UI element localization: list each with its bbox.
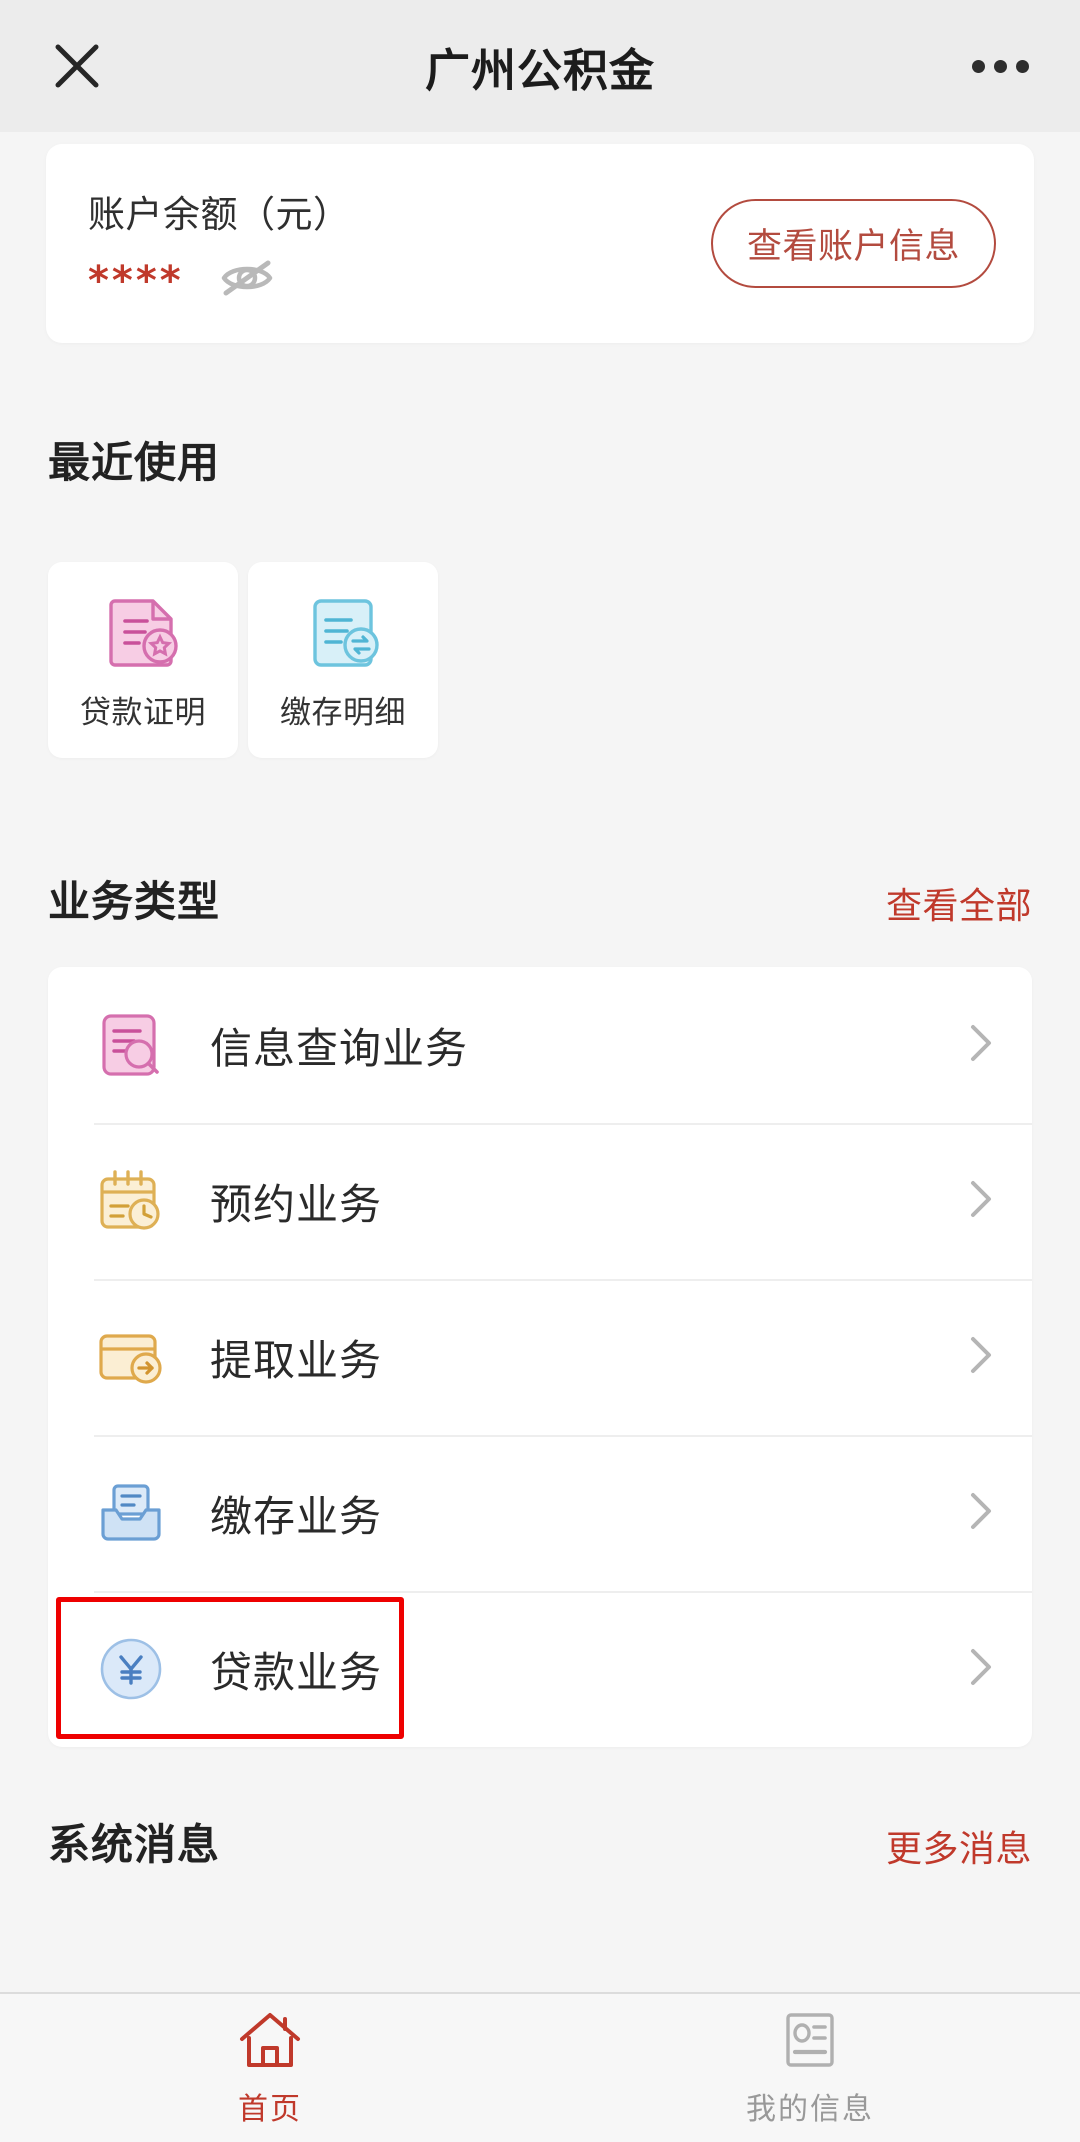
business-row-loan[interactable]: 贷款业务 <box>48 1591 1032 1747</box>
messages-section-title: 系统消息 <box>48 1821 221 1868</box>
recent-tile-label: 缴存明细 <box>280 694 406 730</box>
bottom-tab-bar: 首页 我的信息 <box>0 1992 1080 2142</box>
eye-off-icon[interactable] <box>220 258 274 303</box>
chevron-right-icon <box>964 1017 998 1074</box>
recent-tile-loan-certificate[interactable]: 贷款证明 <box>48 562 238 758</box>
yuan-circle-icon <box>94 1632 168 1706</box>
recent-section-header: 最近使用 <box>0 429 1080 490</box>
business-row-info-query[interactable]: 信息查询业务 <box>48 967 1032 1123</box>
view-all-link[interactable]: 查看全部 <box>886 877 1032 929</box>
balance-info: 账户余额（元） **** <box>88 184 351 303</box>
view-account-button[interactable]: 查看账户信息 <box>710 199 996 288</box>
chevron-right-icon <box>964 1641 998 1698</box>
wallet-arrow-icon <box>94 1320 168 1394</box>
recent-section-title: 最近使用 <box>48 439 221 486</box>
scroll-content: 账户余额（元） **** 查看账户信息 最近使用 贷款证明 缴存明细 业务类型 … <box>0 132 1080 1992</box>
business-section-header: 业务类型 查看全部 <box>0 868 1080 929</box>
balance-label: 账户余额（元） <box>88 194 351 235</box>
recent-tiles: 贷款证明 缴存明细 <box>0 562 1080 758</box>
close-icon[interactable] <box>48 37 106 95</box>
balance-value-row: **** <box>88 258 351 303</box>
balance-masked-value: **** <box>88 257 184 304</box>
document-star-icon <box>101 589 185 673</box>
account-balance-card: 账户余额（元） **** 查看账户信息 <box>46 144 1034 343</box>
page-title: 广州公积金 <box>424 44 655 96</box>
business-row-label: 信息查询业务 <box>210 1024 469 1072</box>
business-section-title: 业务类型 <box>48 878 221 925</box>
document-search-icon <box>94 1008 168 1082</box>
more-options-icon[interactable] <box>968 37 1032 95</box>
app-screen: 广州公积金 账户余额（元） **** 查看账户信息 最近使用 贷款证明 缴存明细… <box>0 0 1080 2142</box>
home-icon <box>237 2009 303 2076</box>
inbox-document-icon <box>94 1476 168 1550</box>
app-header: 广州公积金 <box>0 0 1080 132</box>
business-row-withdrawal[interactable]: 提取业务 <box>48 1279 1032 1435</box>
business-row-label: 提取业务 <box>210 1336 383 1384</box>
business-row-label: 预约业务 <box>210 1180 383 1228</box>
recent-tile-deposit-details[interactable]: 缴存明细 <box>248 562 438 758</box>
business-list: 信息查询业务 预约业务 提取业务 缴存业务 贷款业务 <box>48 967 1032 1747</box>
calendar-clock-icon <box>94 1164 168 1238</box>
business-row-label: 贷款业务 <box>210 1648 383 1696</box>
tab-home[interactable]: 首页 <box>0 2009 540 2128</box>
chevron-right-icon <box>964 1329 998 1386</box>
business-row-label: 缴存业务 <box>210 1492 383 1540</box>
document-transfer-icon <box>301 589 385 673</box>
recent-tile-label: 贷款证明 <box>80 694 206 730</box>
business-row-appointment[interactable]: 预约业务 <box>48 1123 1032 1279</box>
tab-my-info[interactable]: 我的信息 <box>540 2009 1080 2128</box>
tab-label: 首页 <box>238 2092 302 2126</box>
more-messages-link[interactable]: 更多消息 <box>886 1820 1032 1872</box>
chevron-right-icon <box>964 1485 998 1542</box>
id-card-icon <box>779 2009 841 2076</box>
messages-section-header: 系统消息 更多消息 <box>0 1811 1080 1872</box>
chevron-right-icon <box>964 1173 998 1230</box>
business-row-deposit[interactable]: 缴存业务 <box>48 1435 1032 1591</box>
tab-label: 我的信息 <box>746 2092 874 2126</box>
